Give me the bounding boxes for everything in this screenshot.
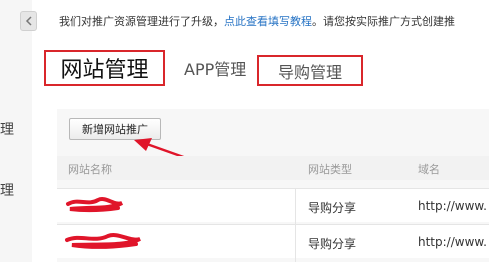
redaction-scribble [65, 197, 141, 249]
